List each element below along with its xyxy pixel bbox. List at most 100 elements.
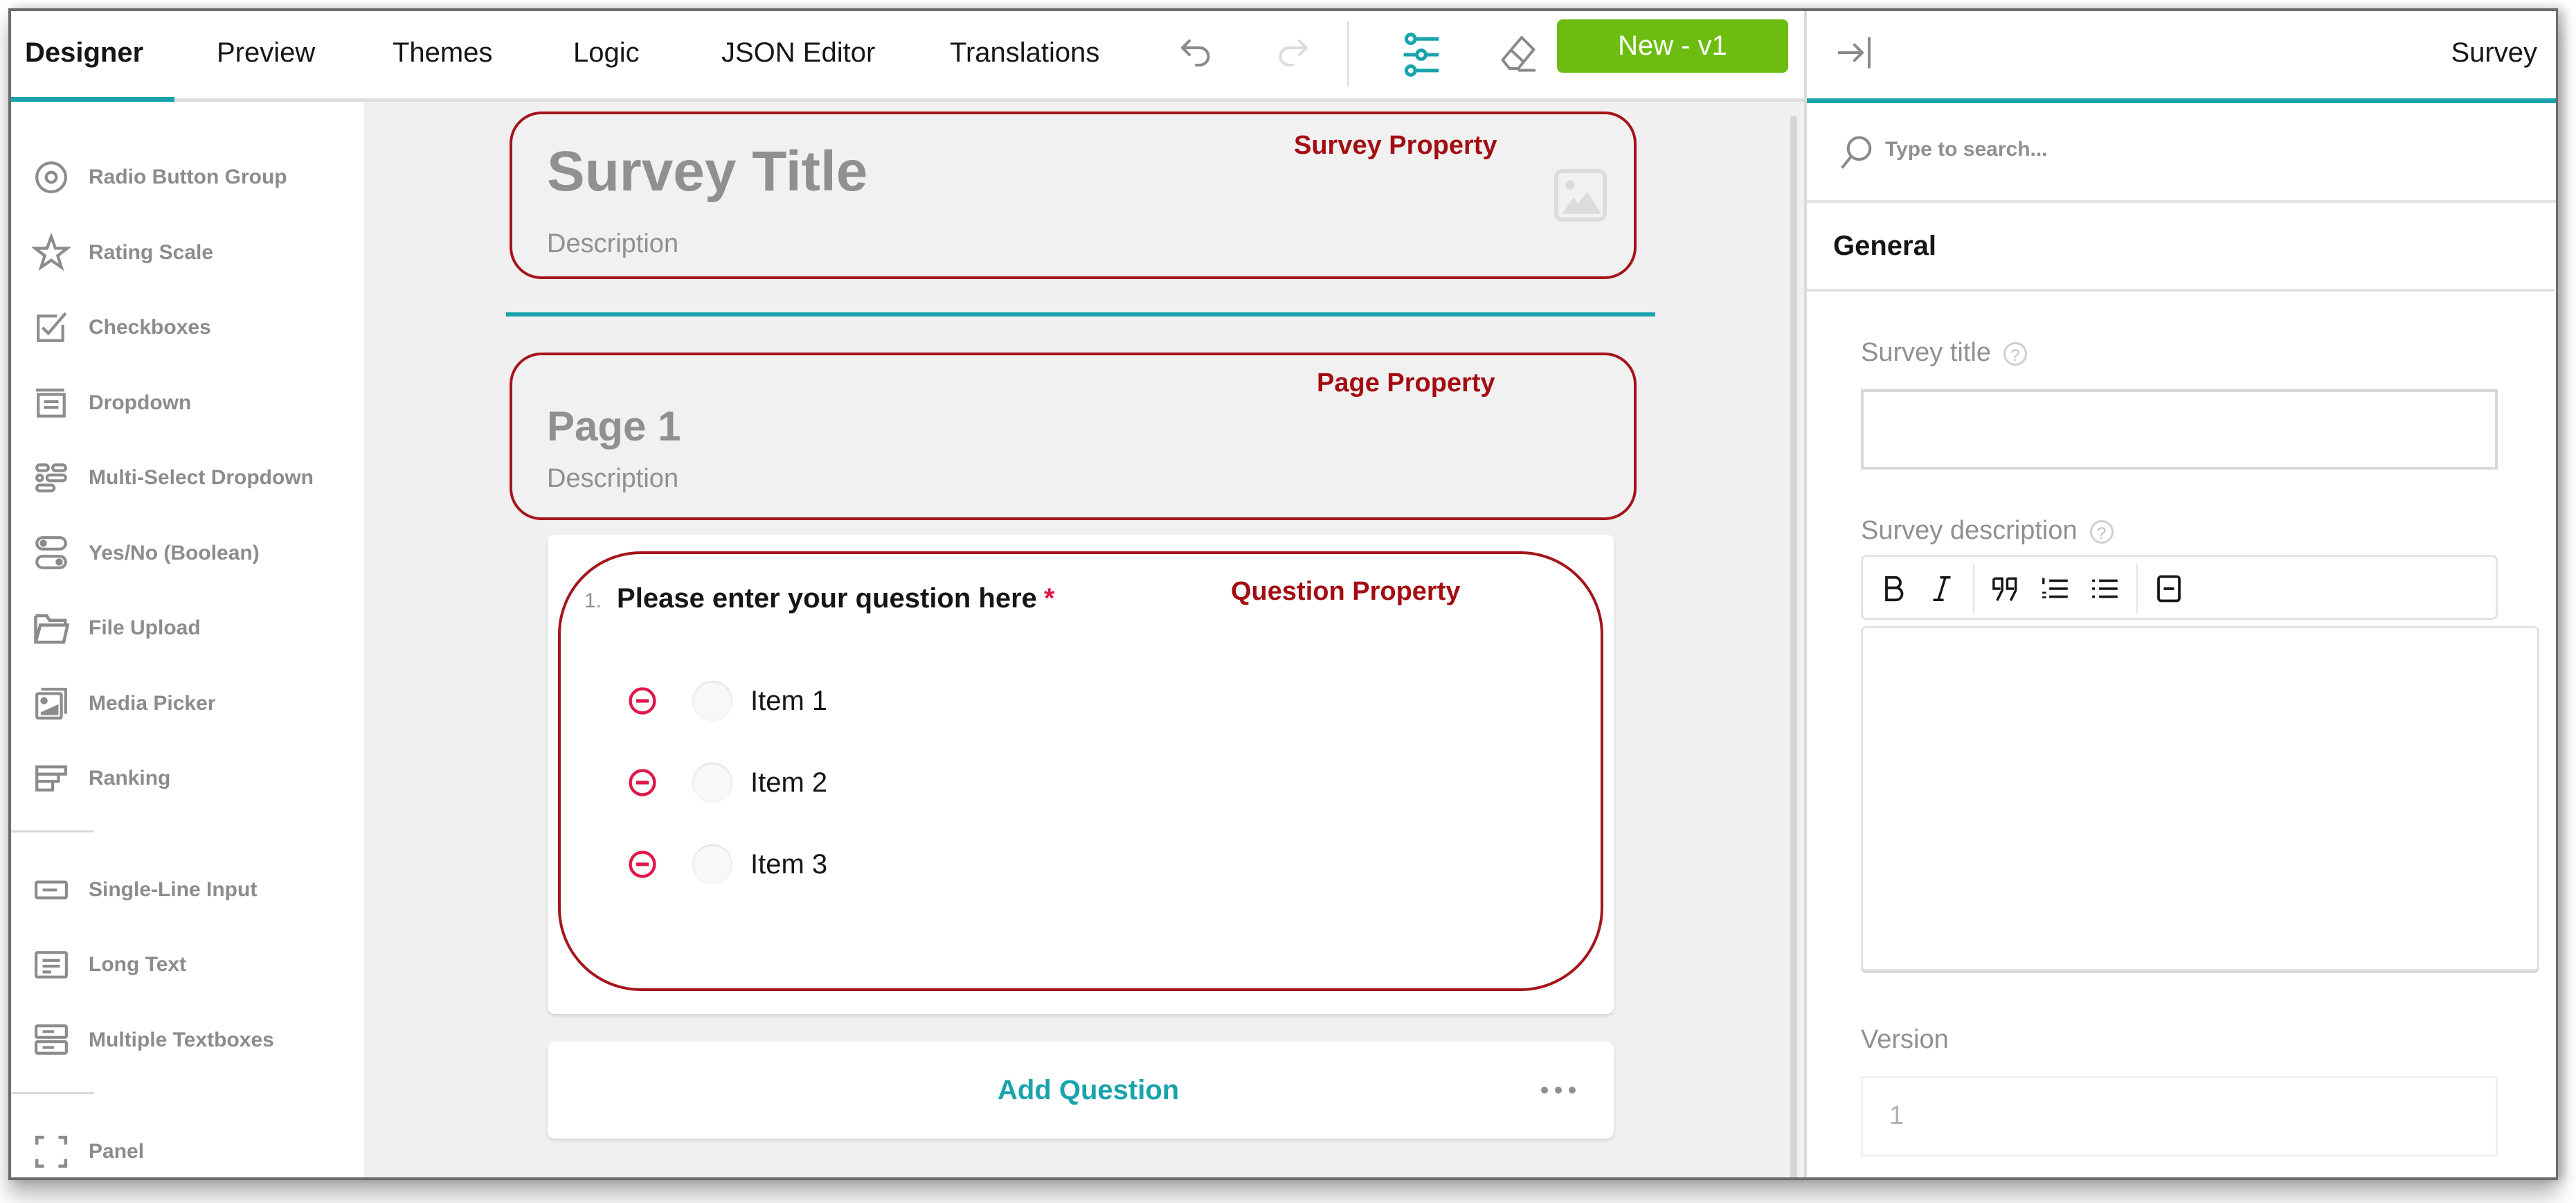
toolbox-item-label: File Upload (89, 616, 201, 639)
survey-version-button[interactable]: New - v1 (1557, 19, 1788, 73)
bold-button[interactable] (1874, 569, 1913, 608)
toolbar-divider (1347, 21, 1349, 87)
survey-description-editor[interactable] (1861, 626, 2539, 971)
choice-label[interactable]: Item 3 (750, 849, 827, 880)
toolbox-item-checkboxes[interactable]: Checkboxes (32, 303, 211, 352)
clear-survey-button[interactable] (1494, 30, 1542, 79)
survey-logo-placeholder[interactable] (1553, 168, 1608, 223)
toolbox-item-long-text[interactable]: Long Text (32, 941, 186, 989)
survey-title-label-text: Survey title (1861, 338, 1991, 367)
redo-button[interactable] (1268, 30, 1317, 79)
ranking-icon (32, 759, 71, 798)
choice-radio[interactable] (692, 844, 732, 884)
toolbox-item-yes-no-boolean[interactable]: Yes/No (Boolean) (32, 529, 260, 578)
search-icon (1841, 136, 1872, 169)
survey-header-divider (506, 312, 1655, 317)
quote-icon (1992, 577, 2017, 601)
choice-item[interactable]: Item 1 (627, 677, 827, 725)
collapse-panel-button[interactable] (1835, 32, 1876, 73)
page-title[interactable]: Page 1 (547, 402, 681, 450)
image-placeholder-icon (1554, 169, 1607, 222)
remove-choice-icon[interactable] (627, 849, 658, 880)
question-toolbox: Radio Button Group Rating Scale Checkbox… (11, 102, 364, 1177)
tab-themes[interactable]: Themes (393, 11, 493, 98)
toolbox-item-ranking[interactable]: Ranking (32, 754, 170, 803)
tab-logic[interactable]: Logic (573, 11, 640, 98)
choice-item[interactable]: Item 3 (627, 840, 827, 889)
toolbox-item-file-upload[interactable]: File Upload (32, 604, 201, 652)
toolbox-item-label: Checkboxes (89, 316, 211, 339)
settings-button[interactable] (1397, 30, 1445, 79)
horizontal-rule-button[interactable] (2150, 569, 2188, 608)
help-icon[interactable]: ? (2003, 341, 2027, 366)
toolbox-item-label: Dropdown (89, 391, 192, 414)
section-general-title: General (1833, 231, 1936, 261)
star-icon (32, 233, 71, 272)
toolbox-item-label: Ranking (89, 767, 171, 790)
survey-title-input[interactable] (1861, 389, 2498, 470)
undo-button[interactable] (1172, 30, 1221, 79)
version-input[interactable]: 1 (1861, 1076, 2498, 1157)
toolbox-item-radio-button-group[interactable]: Radio Button Group (32, 153, 287, 202)
toolbox-item-label: Panel (89, 1140, 145, 1163)
choice-item[interactable]: Item 2 (627, 758, 827, 807)
question-number: 1. (584, 589, 602, 612)
checkbox-icon (32, 308, 71, 347)
rich-text-toolbar (1861, 555, 2498, 620)
toolbox-item-label: Multi-Select Dropdown (89, 466, 314, 489)
image-picker-icon (32, 684, 71, 723)
page-description[interactable]: Description (547, 464, 678, 494)
toolbox-item-media-picker[interactable]: Media Picker (32, 679, 215, 728)
remove-choice-icon[interactable] (627, 767, 658, 798)
toolbar-separator (1973, 564, 1974, 614)
survey-description[interactable]: Description (547, 229, 678, 259)
tab-json-editor[interactable]: JSON Editor (721, 11, 875, 98)
collapse-panel-icon (1838, 37, 1871, 69)
settings-sliders-icon (1403, 33, 1439, 77)
toolbox-item-rating-scale[interactable]: Rating Scale (32, 229, 213, 277)
canvas-scrollbar[interactable] (1790, 116, 1797, 1177)
choice-radio[interactable] (692, 681, 732, 721)
numbered-list-icon (2042, 578, 2068, 598)
toolbox-item-dropdown[interactable]: Dropdown (32, 379, 191, 427)
question-title[interactable]: 1. Please enter your question here * (584, 583, 1054, 614)
folder-icon (32, 609, 71, 648)
survey-title[interactable]: Survey Title (547, 139, 867, 204)
property-panel-header: Survey (1807, 11, 2556, 103)
bulleted-list-button[interactable] (2086, 569, 2125, 608)
survey-description-label-text: Survey description (1861, 516, 2078, 545)
toolbox-item-multi-select-dropdown[interactable]: Multi-Select Dropdown (32, 454, 314, 502)
tab-translations[interactable]: Translations (950, 11, 1099, 98)
toolbox-item-label: Single-Line Input (89, 878, 258, 901)
choice-label[interactable]: Item 1 (750, 686, 827, 717)
quote-button[interactable] (1986, 569, 2025, 608)
bulleted-list-icon (2092, 579, 2118, 598)
toolbox-item-label: Radio Button Group (89, 166, 287, 188)
redo-icon (1279, 39, 1308, 66)
section-general-header[interactable]: General (1807, 203, 2555, 292)
tab-preview[interactable]: Preview (217, 11, 315, 98)
tab-designer[interactable]: Designer (25, 11, 143, 98)
choice-radio[interactable] (692, 763, 732, 803)
toolbox-item-single-line-input[interactable]: Single-Line Input (32, 866, 257, 914)
choice-label[interactable]: Item 2 (750, 767, 827, 799)
property-panel-title: Survey (2451, 37, 2538, 68)
page-property-label: Page Property (1317, 368, 1495, 398)
survey-title-label: Survey title? (1861, 338, 2027, 368)
help-icon[interactable]: ? (2089, 519, 2114, 544)
text-input-icon (32, 871, 71, 909)
survey-property-label: Survey Property (1294, 131, 1497, 160)
toolbox-item-label: Yes/No (Boolean) (89, 542, 260, 564)
top-toolbar: Designer Preview Themes Logic JSON Edito… (11, 11, 1804, 102)
toolbox-item-multiple-textboxes[interactable]: Multiple Textboxes (32, 1016, 274, 1064)
italic-button[interactable] (1922, 569, 1961, 608)
question-type-menu-button[interactable] (1541, 1087, 1576, 1094)
remove-choice-icon[interactable] (627, 686, 658, 716)
add-question-button[interactable]: Add Question (998, 1075, 1179, 1106)
property-search[interactable]: Type to search... (1807, 103, 2556, 203)
toolbox-item-panel[interactable]: Panel (32, 1128, 144, 1176)
property-search-input[interactable]: Type to search... (1885, 138, 2048, 161)
toolbox-separator (11, 1092, 94, 1094)
numbered-list-button[interactable] (2036, 569, 2075, 608)
dropdown-icon (32, 384, 71, 422)
